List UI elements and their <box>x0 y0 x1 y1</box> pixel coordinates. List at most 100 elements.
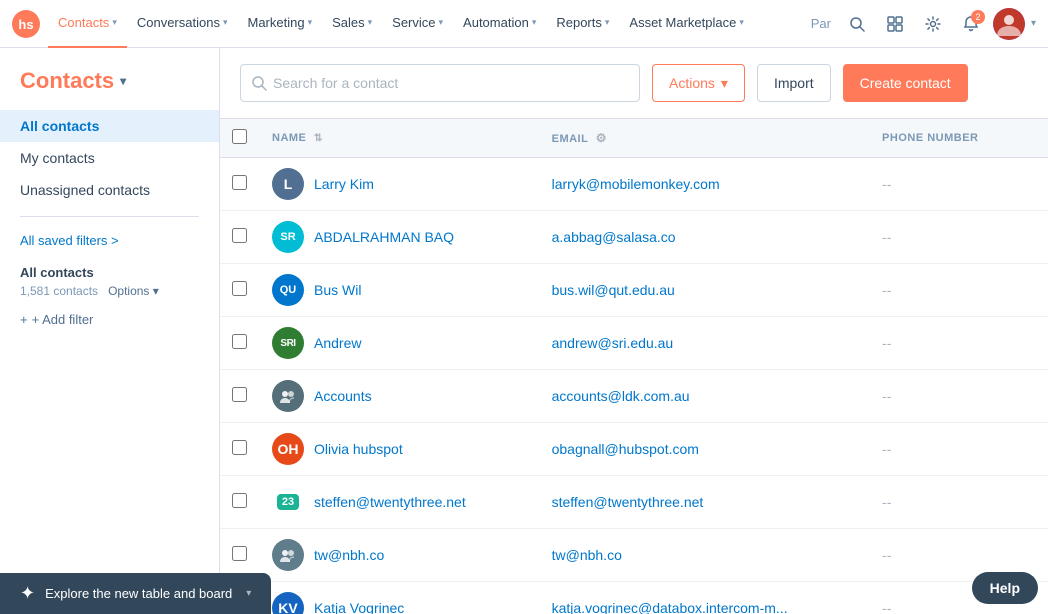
sidebar-options-button[interactable]: Options ▾ <box>108 284 159 298</box>
contact-avatar: L <box>272 168 304 200</box>
settings-button[interactable] <box>917 8 949 40</box>
nav-items: Contacts ▾ Conversations ▾ Marketing ▾ S… <box>48 0 811 48</box>
contact-name-link[interactable]: Larry Kim <box>314 176 374 192</box>
help-button[interactable]: Help <box>972 572 1038 604</box>
table-row[interactable]: QUBus Wilbus.wil@qut.edu.au-- <box>220 264 1048 317</box>
search-icon <box>251 75 267 91</box>
contact-name-link[interactable]: tw@nbh.co <box>314 547 384 563</box>
row-checkbox-cell <box>220 476 260 529</box>
row-checkbox[interactable] <box>232 387 247 402</box>
row-checkbox[interactable] <box>232 334 247 349</box>
nav-item-service[interactable]: Service ▾ <box>382 0 453 48</box>
row-phone-cell: -- <box>870 264 1048 317</box>
chevron-down-icon: ▾ <box>605 17 610 28</box>
nav-right: Par 2 ▾ <box>811 8 1036 40</box>
contact-name-link[interactable]: Katja Vogrinec <box>314 600 404 614</box>
contacts-table: NAME ⇅ EMAIL ⚙ PHONE NUMBER L Larry Kim la… <box>220 119 1048 614</box>
create-contact-button[interactable]: Create contact <box>843 64 968 102</box>
sidebar-item-my-contacts[interactable]: My contacts <box>0 142 219 174</box>
user-avatar[interactable] <box>993 8 1025 40</box>
row-checkbox[interactable] <box>232 175 247 190</box>
contact-email-link[interactable]: andrew@sri.edu.au <box>552 335 674 351</box>
contact-email-link[interactable]: larryk@mobilemonkey.com <box>552 176 720 192</box>
sidebar-item-all-contacts[interactable]: All contacts <box>0 110 219 142</box>
sidebar-title-chevron[interactable]: ▾ <box>120 74 126 88</box>
contact-email-link[interactable]: accounts@ldk.com.au <box>552 388 690 404</box>
account-label: Par <box>811 16 831 31</box>
import-button[interactable]: Import <box>757 64 831 102</box>
row-checkbox[interactable] <box>232 440 247 455</box>
row-phone-cell: -- <box>870 211 1048 264</box>
contact-name-link[interactable]: Olivia hubspot <box>314 441 403 457</box>
row-email-cell: steffen@twentythree.net <box>540 476 870 529</box>
add-filter-button[interactable]: + + Add filter <box>0 304 219 335</box>
contact-name-link[interactable]: ABDALRAHMAN BAQ <box>314 229 454 245</box>
email-column-header[interactable]: EMAIL ⚙ <box>540 119 870 158</box>
table-row[interactable]: OHOlivia hubspotobagnall@hubspot.com-- <box>220 423 1048 476</box>
search-button[interactable] <box>841 8 873 40</box>
row-checkbox[interactable] <box>232 228 247 243</box>
row-checkbox-cell <box>220 370 260 423</box>
table-header: NAME ⇅ EMAIL ⚙ PHONE NUMBER <box>220 119 1048 158</box>
nav-item-conversations[interactable]: Conversations ▾ <box>127 0 238 48</box>
table-row[interactable]: Accountsaccounts@ldk.com.au-- <box>220 370 1048 423</box>
avatar-chevron[interactable]: ▾ <box>1031 18 1036 29</box>
sidebar-saved-filters-link[interactable]: All saved filters > <box>0 227 219 254</box>
contact-name-link[interactable]: steffen@twentythree.net <box>314 494 466 510</box>
sidebar-all-contacts-section: All contacts <box>0 254 219 282</box>
contact-email-link[interactable]: a.abbag@salasa.co <box>552 229 676 245</box>
row-checkbox-cell <box>220 158 260 211</box>
name-column-header[interactable]: NAME ⇅ <box>260 119 540 158</box>
row-name-cell: KVKatja Vogrinec <box>260 582 540 614</box>
nav-item-contacts[interactable]: Contacts ▾ <box>48 0 127 48</box>
row-checkbox-cell <box>220 423 260 476</box>
svg-text:hs: hs <box>18 17 33 32</box>
table-row[interactable]: 23steffen@twentythree.netsteffen@twentyt… <box>220 476 1048 529</box>
nav-item-marketing[interactable]: Marketing ▾ <box>237 0 322 48</box>
contact-email-link[interactable]: katja.vogrinec@databox.intercom-m... <box>552 600 788 614</box>
table-row[interactable]: tw@nbh.cotw@nbh.co-- <box>220 529 1048 582</box>
actions-chevron-icon: ▾ <box>721 75 728 92</box>
contact-avatar <box>272 539 304 571</box>
nav-item-asset-marketplace[interactable]: Asset Marketplace ▾ <box>619 0 753 48</box>
contact-email-link[interactable]: steffen@twentythree.net <box>552 494 704 510</box>
table-row[interactable]: KVKatja Vogrinec katja.vogrinec@databox.i… <box>220 582 1048 614</box>
contact-name-link[interactable]: Bus Wil <box>314 282 361 298</box>
table-row[interactable]: SR ABDALRAHMAN BAQ a.abbag@salasa.co -- <box>220 211 1048 264</box>
marketplace-button[interactable] <box>879 8 911 40</box>
spark-icon: ✦ <box>20 583 35 604</box>
nav-item-reports[interactable]: Reports ▾ <box>546 0 619 48</box>
nav-item-sales[interactable]: Sales ▾ <box>322 0 382 48</box>
chevron-down-icon: ▾ <box>739 17 744 28</box>
select-all-checkbox[interactable] <box>232 129 247 144</box>
row-checkbox-cell <box>220 317 260 370</box>
table-row[interactable]: LLarry Kimlarryk@mobilemonkey.com-- <box>220 158 1048 211</box>
select-all-header <box>220 119 260 158</box>
row-name-cell: SRIAndrew <box>260 317 540 370</box>
row-name-cell: Accounts <box>260 370 540 423</box>
row-checkbox[interactable] <box>232 493 247 508</box>
contact-email-link[interactable]: bus.wil@qut.edu.au <box>552 282 675 298</box>
sidebar-divider <box>20 216 199 217</box>
table-row[interactable]: SRIAndrewandrew@sri.edu.au-- <box>220 317 1048 370</box>
nav-item-automation[interactable]: Automation ▾ <box>453 0 546 48</box>
main-header: Actions ▾ Import Create contact <box>220 48 1048 119</box>
contact-email-link[interactable]: tw@nbh.co <box>552 547 622 563</box>
chevron-down-icon: ▾ <box>112 17 117 28</box>
main-content: Actions ▾ Import Create contact <box>220 48 1048 614</box>
row-checkbox[interactable] <box>232 281 247 296</box>
contact-email-link[interactable]: obagnall@hubspot.com <box>552 441 699 457</box>
contact-name-link[interactable]: Andrew <box>314 335 361 351</box>
sidebar-item-unassigned-contacts[interactable]: Unassigned contacts <box>0 174 219 206</box>
row-checkbox[interactable] <box>232 546 247 561</box>
column-settings-icon[interactable]: ⚙ <box>596 131 607 145</box>
contact-name-link[interactable]: Accounts <box>314 388 372 404</box>
chevron-down-icon: ▾ <box>223 17 228 28</box>
contact-avatar: SR <box>272 221 304 253</box>
hubspot-logo[interactable]: hs <box>12 10 40 38</box>
explore-banner[interactable]: ✦ Explore the new table and board ▾ <box>0 573 271 614</box>
actions-button[interactable]: Actions ▾ <box>652 64 745 102</box>
notification-badge: 2 <box>971 10 985 24</box>
search-input[interactable] <box>273 75 629 91</box>
notifications-button[interactable]: 2 <box>955 8 987 40</box>
